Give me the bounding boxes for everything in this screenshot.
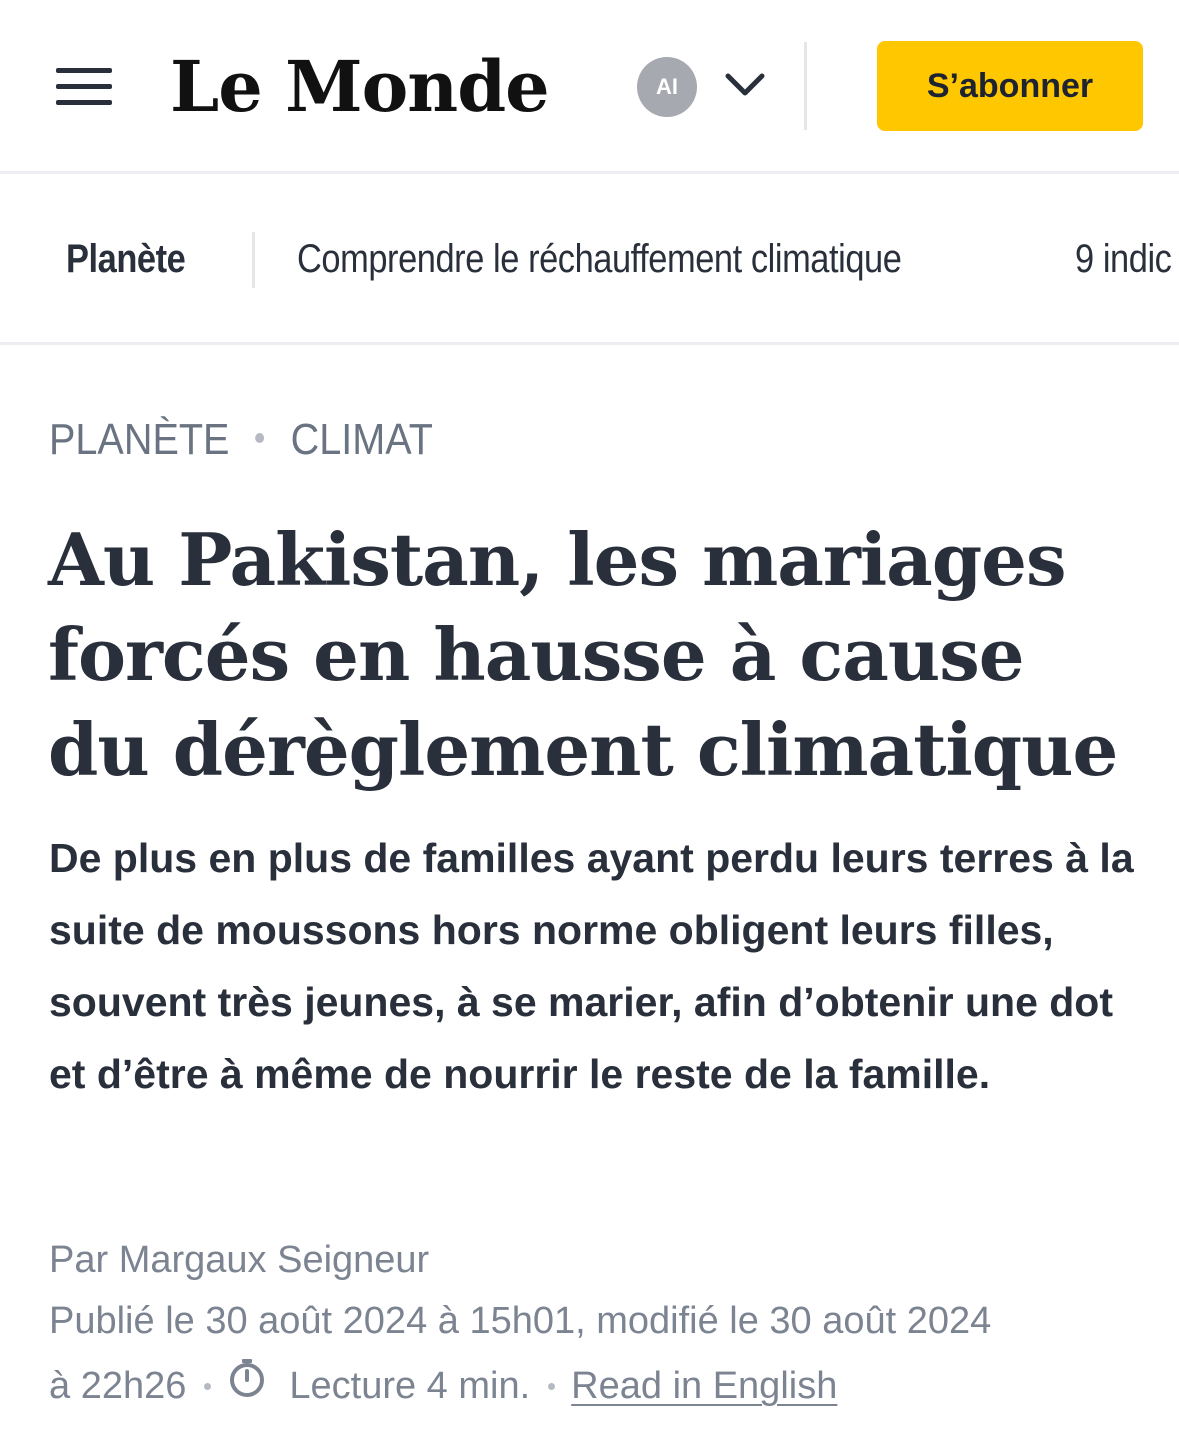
site-logo[interactable]: Le Monde xyxy=(170,44,550,130)
subnav-divider xyxy=(252,232,255,288)
header-divider xyxy=(804,42,807,130)
article-headline: Au Pakistan, les mariages forcés en haus… xyxy=(48,517,1118,792)
clock-icon xyxy=(227,1358,267,1410)
article-author[interactable]: Par Margaux Seigneur xyxy=(49,1236,429,1284)
subnav-link-indicators[interactable]: 9 indic xyxy=(1075,234,1172,284)
kicker-link-climat[interactable]: CLIMAT xyxy=(291,415,433,464)
subnav-link-climate[interactable]: Comprendre le réchauffement climatique xyxy=(297,234,902,284)
avatar[interactable]: AI xyxy=(637,57,697,117)
menu-icon[interactable] xyxy=(56,68,112,106)
read-in-english-link[interactable]: Read in English xyxy=(571,1365,837,1407)
subscribe-button[interactable]: S’abonner xyxy=(877,41,1143,131)
subnav-section-title[interactable]: Planète xyxy=(66,234,186,284)
article-meta-row: à 22h26 Lecture 4 min. Read in English xyxy=(49,1359,837,1414)
chevron-down-icon[interactable] xyxy=(723,68,767,102)
article-standfirst: De plus en plus de familles ayant perdu … xyxy=(49,835,1134,1097)
meta-separator xyxy=(204,1382,212,1390)
article-kicker: PLANÈTE CLIMAT xyxy=(49,413,433,467)
kicker-link-planete[interactable]: PLANÈTE xyxy=(49,415,229,464)
site-header: Le Monde AI S’abonner xyxy=(0,0,1179,174)
meta-separator xyxy=(548,1382,556,1390)
section-nav: Planète Comprendre le réchauffement clim… xyxy=(0,174,1179,345)
kicker-separator xyxy=(254,433,264,444)
publish-date: Publié le 30 août 2024 à 15h01, modifié … xyxy=(49,1300,992,1342)
modified-time: à 22h26 xyxy=(49,1365,187,1408)
reading-time: Lecture 4 min. xyxy=(289,1365,531,1408)
